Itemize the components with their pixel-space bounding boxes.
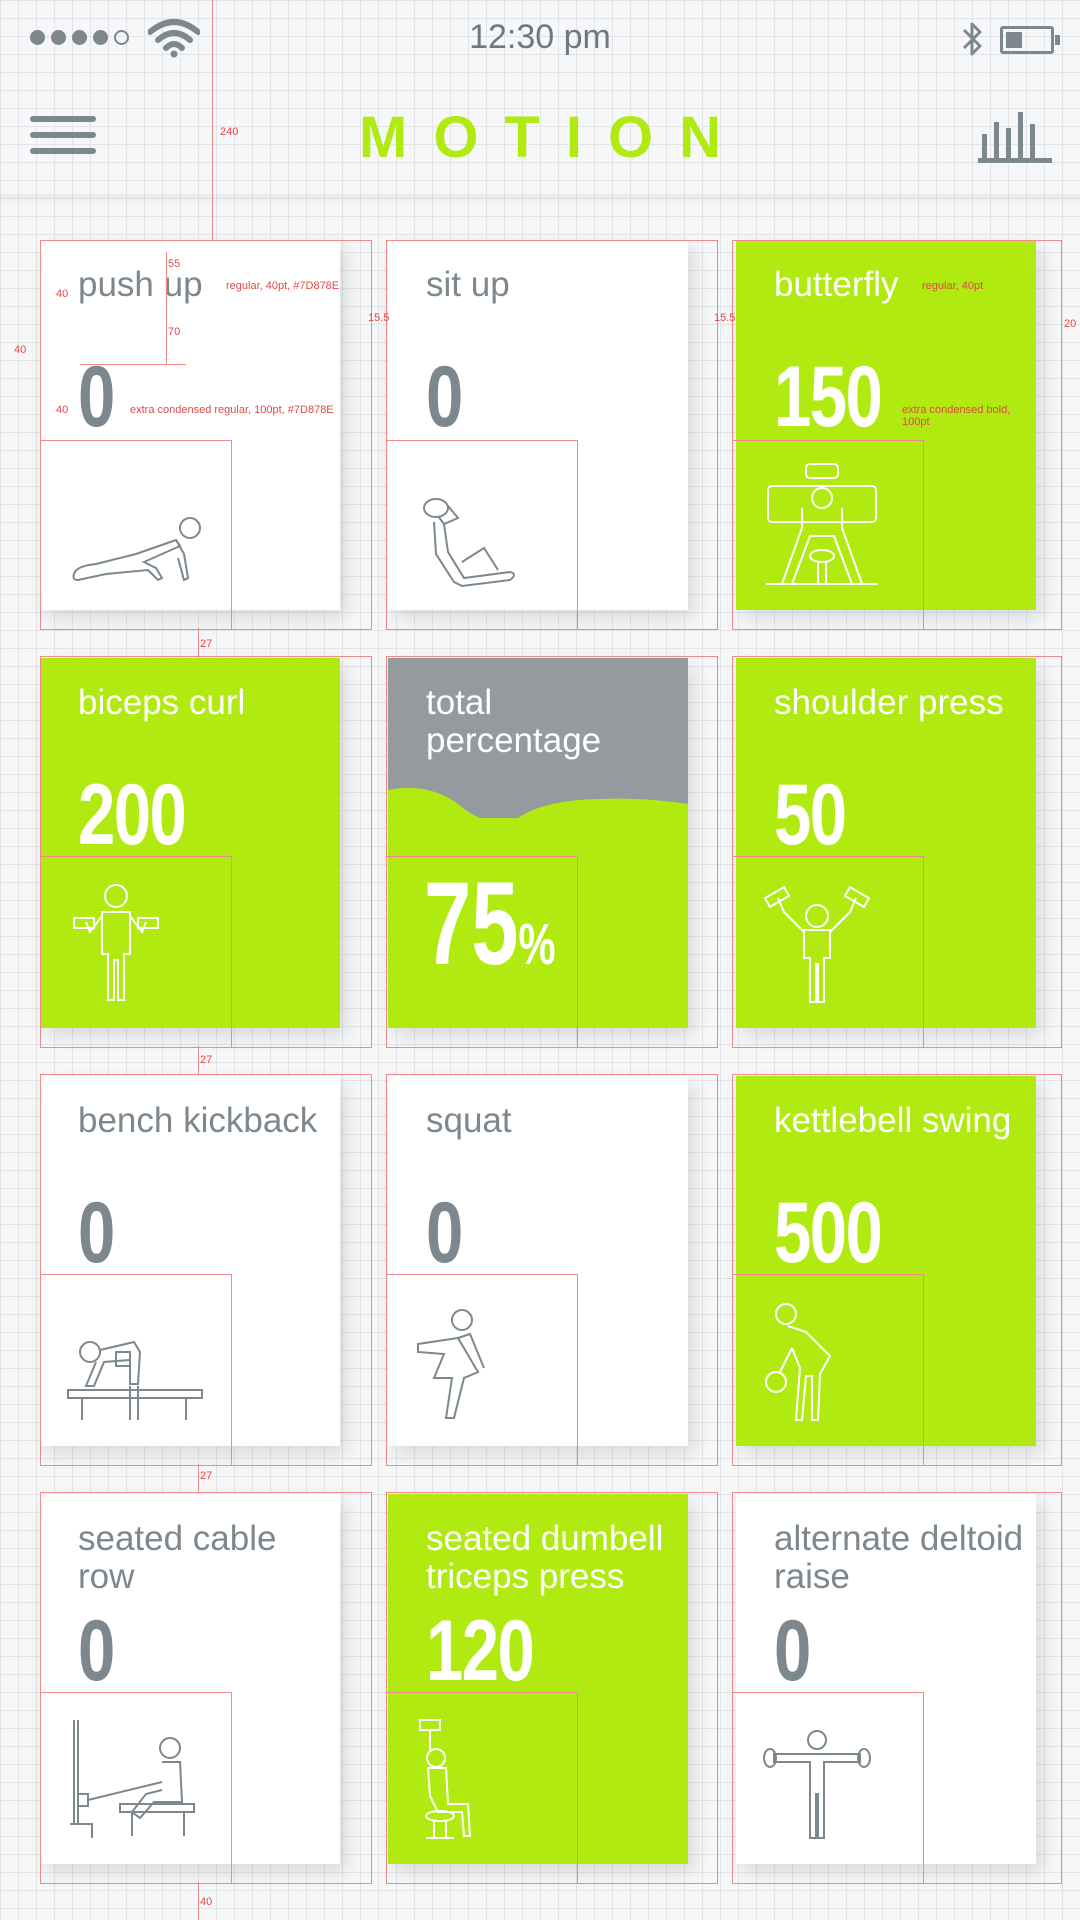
spec-value-margin: 40 bbox=[56, 404, 69, 416]
guide-box bbox=[386, 1274, 578, 1466]
spec-name-offset: 55 bbox=[168, 258, 181, 270]
spec-outer-margin: 40 bbox=[14, 344, 27, 356]
guide-box bbox=[732, 440, 924, 630]
bar-chart-icon[interactable] bbox=[978, 108, 1052, 164]
guide-line bbox=[198, 1046, 199, 1074]
header-divider bbox=[0, 194, 1080, 208]
guide-line bbox=[198, 1882, 199, 1920]
guide-box bbox=[732, 1274, 924, 1466]
status-time: 12:30 pm bbox=[469, 18, 611, 56]
spec-header-height: 240 bbox=[220, 126, 239, 138]
spec-name-gap: 70 bbox=[168, 326, 181, 338]
guide-box bbox=[732, 1692, 924, 1884]
spec-value-style: extra condensed regular, 100pt, #7D878E bbox=[130, 404, 334, 416]
bluetooth-icon bbox=[962, 22, 982, 56]
spec-bottom-margin: 40 bbox=[200, 1896, 213, 1908]
guide-box bbox=[40, 1692, 232, 1884]
guide-box bbox=[40, 440, 232, 630]
guide-box bbox=[40, 1274, 232, 1466]
spec-row-gap-2: 27 bbox=[200, 1054, 213, 1066]
spec-green-value-style: extra condensed bold, 100pt bbox=[902, 404, 1011, 428]
spec-right-margin: 20 bbox=[1064, 318, 1077, 330]
guide-box bbox=[386, 1692, 578, 1884]
spec-left-margin: 40 bbox=[56, 288, 69, 300]
guide-box bbox=[732, 856, 924, 1048]
guide-line bbox=[198, 1464, 199, 1492]
spec-row-gap-1: 27 bbox=[200, 638, 213, 650]
guide-box bbox=[386, 440, 578, 630]
spec-name-style: regular, 40pt, #7D878E bbox=[226, 280, 340, 292]
guide-line bbox=[198, 628, 199, 658]
spec-gutter-b: 15.5 bbox=[714, 312, 736, 324]
guide-box bbox=[386, 856, 578, 1048]
spec-row-gap-3: 27 bbox=[200, 1470, 213, 1482]
guide-line bbox=[166, 252, 167, 364]
app-title: MOTION bbox=[359, 105, 747, 170]
guide-line bbox=[212, 0, 213, 240]
status-bar: 12:30 pm bbox=[0, 0, 1080, 78]
spec-gutter-a: 15.5 bbox=[368, 312, 390, 324]
guide-line bbox=[80, 364, 186, 365]
battery-icon bbox=[1000, 26, 1060, 54]
spec-green-name-style: regular, 40pt bbox=[922, 280, 984, 292]
guide-box bbox=[40, 856, 232, 1048]
